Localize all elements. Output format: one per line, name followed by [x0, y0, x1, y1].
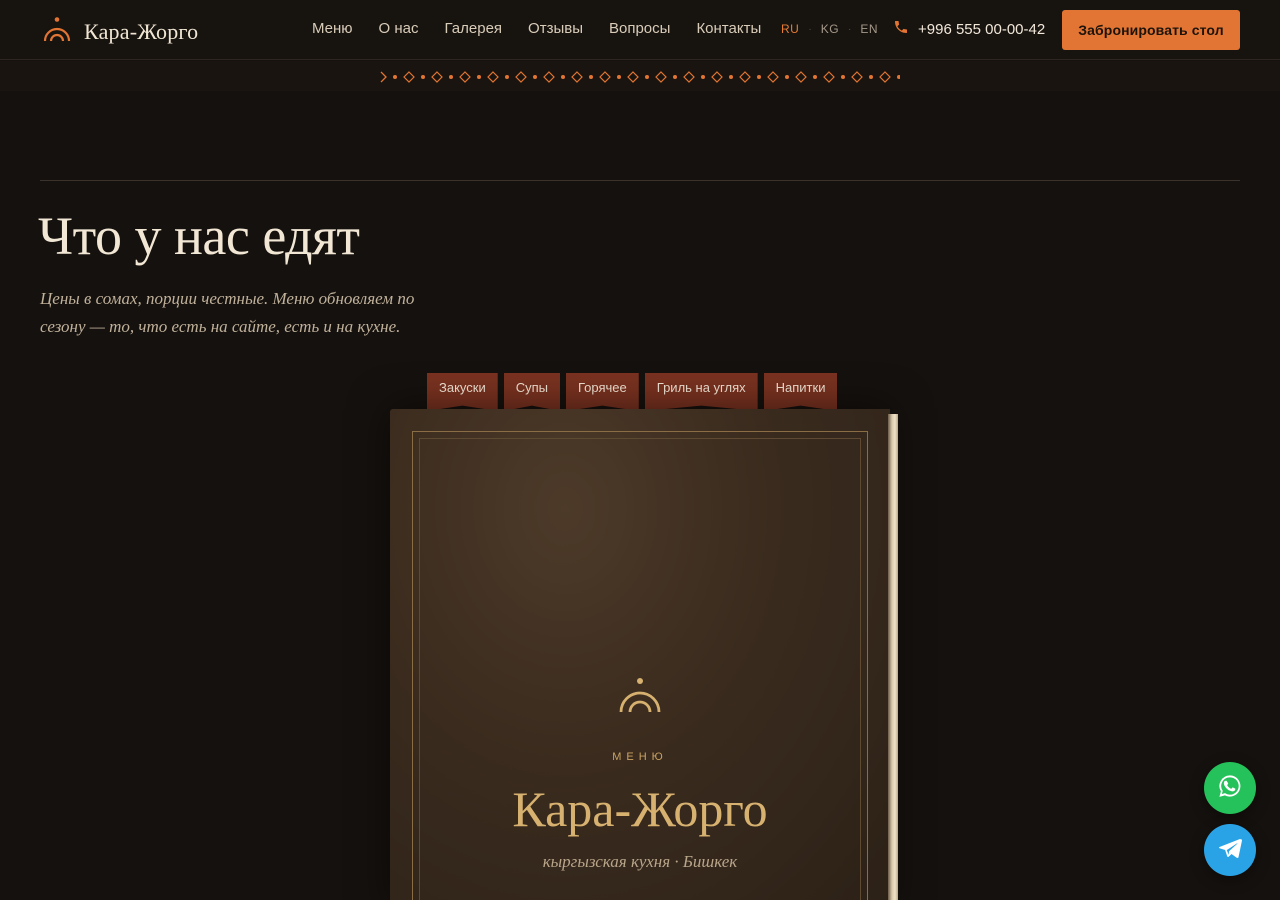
whatsapp-button[interactable]	[1204, 762, 1256, 814]
tab-soups[interactable]: Супы	[503, 373, 560, 411]
phone-icon	[893, 19, 918, 39]
phone-link[interactable]: +996 555 00-00-42	[893, 19, 1045, 39]
lang-separator: ·	[848, 23, 852, 35]
nav-item-about[interactable]: О нас	[379, 20, 419, 37]
language-switcher: RU · KG · EN	[781, 22, 878, 36]
tab-grill[interactable]: Гриль на углях	[644, 373, 758, 411]
menu-book-subtitle: кыргызская кухня · Бишкек	[542, 852, 738, 871]
brand-name: Кара-Жорго	[84, 18, 199, 44]
ornament-divider	[380, 71, 900, 83]
phone-number: +996 555 00-00-42	[918, 20, 1046, 38]
menu-book-label: МЕНЮ	[612, 751, 668, 763]
book-table-button[interactable]: Забронировать стол	[1062, 10, 1240, 50]
tab-hot-dishes[interactable]: Горячее	[566, 373, 639, 411]
menu-tabs: Закуски Супы Горячее Гриль на углях Напи…	[427, 373, 843, 411]
nav-item-faq[interactable]: Вопросы	[609, 20, 670, 37]
site-header: Кара-Жорго Меню О нас Галерея Отзывы Воп…	[0, 0, 1280, 60]
tab-appetizers[interactable]: Закуски	[427, 373, 498, 411]
nav-item-gallery[interactable]: Галерея	[445, 20, 503, 37]
lang-ru[interactable]: RU	[781, 22, 799, 36]
telegram-icon	[1217, 835, 1243, 866]
section-subtitle: Цены в сомах, порции честные. Меню обнов…	[40, 289, 415, 336]
tab-drinks[interactable]: Напитки	[763, 373, 838, 411]
main-nav: Меню О нас Галерея Отзывы Вопросы Контак…	[312, 20, 787, 37]
brand-logo[interactable]: Кара-Жорго	[42, 16, 198, 47]
arch-logo-icon	[42, 16, 72, 47]
lang-kg[interactable]: KG	[821, 22, 839, 36]
section-divider	[40, 180, 1240, 181]
arch-emblem-icon	[618, 676, 662, 714]
menu-book-title: Кара-Жорго	[512, 781, 768, 837]
whatsapp-icon	[1217, 773, 1243, 804]
telegram-button[interactable]	[1204, 824, 1256, 876]
nav-item-reviews[interactable]: Отзывы	[528, 20, 583, 37]
section-title: Что у нас едят	[38, 206, 360, 266]
lang-en[interactable]: EN	[860, 22, 878, 36]
lang-separator: ·	[808, 23, 812, 35]
nav-item-contacts[interactable]: Контакты	[696, 20, 761, 37]
nav-item-menu[interactable]: Меню	[312, 20, 353, 37]
